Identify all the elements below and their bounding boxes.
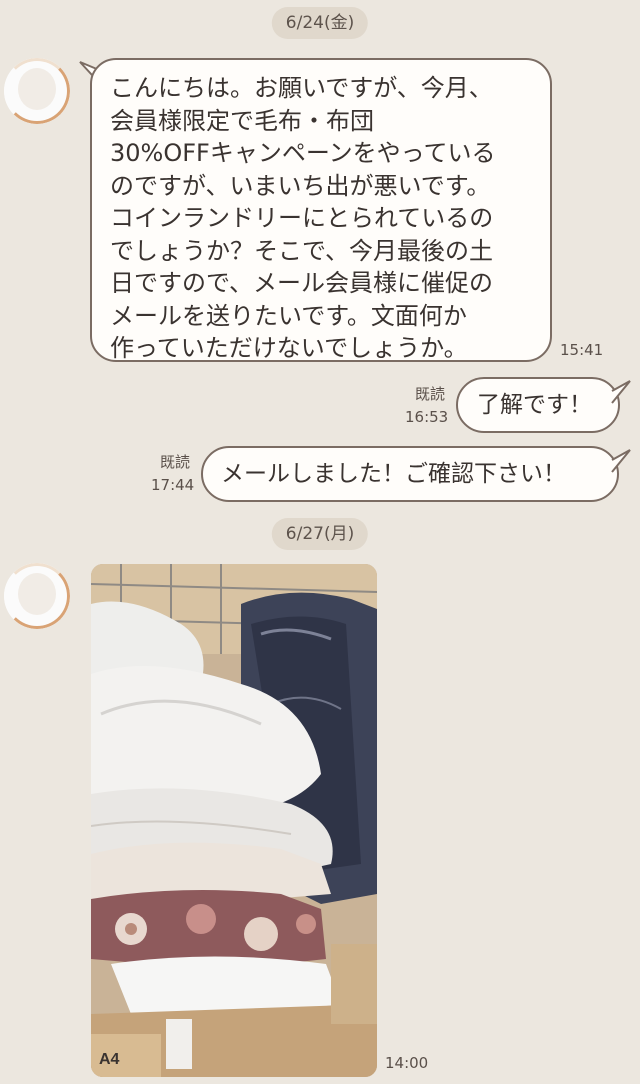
read-receipt: 既読: [160, 453, 191, 471]
bubble-tail: [611, 380, 631, 404]
message-text: こんにちは。お願いですが、今月、 会員様限定で毛布・布団 30%OFFキャンペー…: [110, 72, 550, 365]
message-time: 17:44: [151, 476, 195, 494]
sender-avatar[interactable]: [4, 563, 70, 629]
message-time: 14:00: [385, 1054, 429, 1072]
message-line: コインランドリーにとられているの: [110, 204, 494, 232]
message-text: メールしました！ご確認下さい！: [221, 461, 566, 487]
message-line: 会員様限定で毛布・布団: [110, 106, 374, 135]
box-label: A4: [99, 1051, 120, 1068]
message-line: メールを送りたいです。文面何か: [110, 301, 467, 330]
date-separator: 6/27(月): [271, 518, 369, 550]
message-time: 16:53: [405, 408, 449, 426]
message-text: 了解です！: [477, 392, 592, 418]
avatar-blur: [18, 68, 56, 110]
date-separator: 6/24(金): [271, 7, 369, 39]
message-line: 日ですので、メール会員様に催促の: [110, 269, 494, 297]
sender-avatar[interactable]: [4, 58, 70, 124]
photo-image: A4: [91, 564, 377, 1077]
message-line: 作っていただけないでしょうか。: [110, 334, 468, 362]
avatar-blur: [18, 573, 56, 615]
bubble-tail: [611, 449, 631, 473]
message-time: 15:41: [560, 341, 604, 359]
photo-message[interactable]: A4: [91, 564, 377, 1077]
message-line: こんにちは。お願いですが、今月、: [110, 74, 493, 102]
read-receipt: 既読: [415, 385, 446, 403]
message-line: 30%OFFキャンペーンをやっている: [110, 139, 496, 167]
message-line: のですが、いまいち出が悪いです。: [110, 171, 491, 200]
message-line: でしょうか？そこで、今月最後の土: [110, 236, 494, 265]
